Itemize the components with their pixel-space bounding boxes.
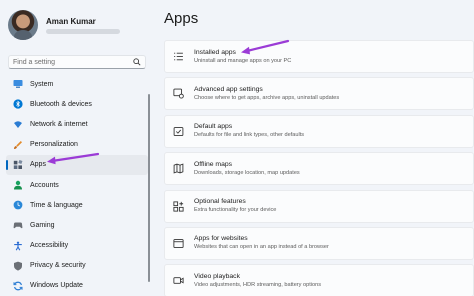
sidebar-item-label: Personalization [30,141,78,149]
card-optional-features[interactable]: Optional features Extra functionality fo… [164,189,474,223]
card-apps-for-websites[interactable]: Apps for websites Websites that can open… [164,226,474,260]
sidebar-scrollbar[interactable] [148,94,150,282]
globe-clock-icon [13,200,23,210]
card-advanced-app-settings[interactable]: Advanced app settings Choose where to ge… [164,77,474,111]
accessibility-icon [14,241,22,251]
sidebar-item-label: Accounts [30,181,59,189]
sidebar-item-label: Privacy & security [30,262,86,270]
card-description: Choose where to get apps, archive apps, … [194,94,340,101]
card-video-playback[interactable]: Video playback Video adjustments, HDR st… [164,264,474,296]
sidebar-item-label: Bluetooth & devices [30,100,92,108]
wifi-icon [14,121,22,129]
sidebar-item-time-language[interactable]: Time & language [6,195,148,215]
settings-card-list: Installed apps Uninstall and manage apps… [164,40,474,296]
map-icon [173,163,184,174]
sidebar-item-windows-update[interactable]: Windows Update [6,276,148,296]
card-description: Defaults for file and link types, other … [194,132,305,139]
search-icon [133,58,141,66]
sidebar-item-label: Gaming [30,221,55,229]
sidebar-item-system[interactable]: System [6,74,148,94]
video-icon [173,277,184,285]
card-title: Offline maps [194,160,233,168]
annotation-arrow-apps [47,152,100,165]
search-placeholder: Find a setting [13,58,56,66]
annotation-arrow-installed-apps [241,39,290,55]
sync-icon [13,281,23,291]
page-title: Apps [164,10,199,27]
card-title: Apps for websites [194,235,248,243]
sidebar-item-label: Network & internet [30,120,88,128]
person-icon [14,180,22,190]
profile-email-redacted [46,28,120,34]
list-icon [174,52,183,61]
sidebar-item-privacy[interactable]: Privacy & security [6,256,148,276]
sidebar-item-bluetooth[interactable]: Bluetooth & devices [6,94,148,114]
search-input[interactable]: Find a setting [8,55,146,69]
grid-plus-icon [173,201,184,212]
sidebar-item-gaming[interactable]: Gaming [6,215,148,235]
card-installed-apps[interactable]: Installed apps Uninstall and manage apps… [164,40,474,73]
card-description: Extra functionality for your device [194,207,277,214]
card-offline-maps[interactable]: Offline maps Downloads, storage location… [164,152,474,186]
card-description: Uninstall and manage apps on your PC [194,57,292,64]
apps-icon [13,159,23,169]
card-title: Optional features [194,198,246,206]
sidebar-item-label: System [30,80,54,88]
sidebar-item-label: Accessibility [30,242,69,250]
sidebar-item-label: Windows Update [30,282,83,290]
card-default-apps[interactable]: Default apps Defaults for file and link … [164,114,474,148]
bluetooth-icon [13,99,23,109]
sidebar-item-accounts[interactable]: Accounts [6,175,148,195]
card-description: Websites that can open in an app instead… [194,244,329,251]
sidebar: Aman Kumar Find a setting System Bluetoo… [0,0,156,296]
user-profile[interactable]: Aman Kumar [8,10,120,40]
card-title: Video playback [194,272,240,280]
shield-icon [14,261,22,271]
monitor-icon [13,80,23,88]
sidebar-item-label: Time & language [30,201,83,209]
card-title: Default apps [194,123,233,131]
sidebar-nav: System Bluetooth & devices Network & int… [6,74,148,296]
gamepad-icon [13,222,23,229]
card-description: Video adjustments, HDR streaming, batter… [194,281,322,288]
card-description: Downloads, storage location, map updates [194,169,300,176]
sidebar-item-accessibility[interactable]: Accessibility [6,236,148,256]
avatar [8,10,38,40]
card-title: Advanced app settings [194,85,263,93]
profile-name: Aman Kumar [46,16,96,26]
default-apps-icon [173,126,184,136]
app-window-icon [173,239,184,248]
sidebar-item-network[interactable]: Network & internet [6,114,148,134]
brush-icon [14,140,22,149]
app-settings-icon [173,89,184,99]
